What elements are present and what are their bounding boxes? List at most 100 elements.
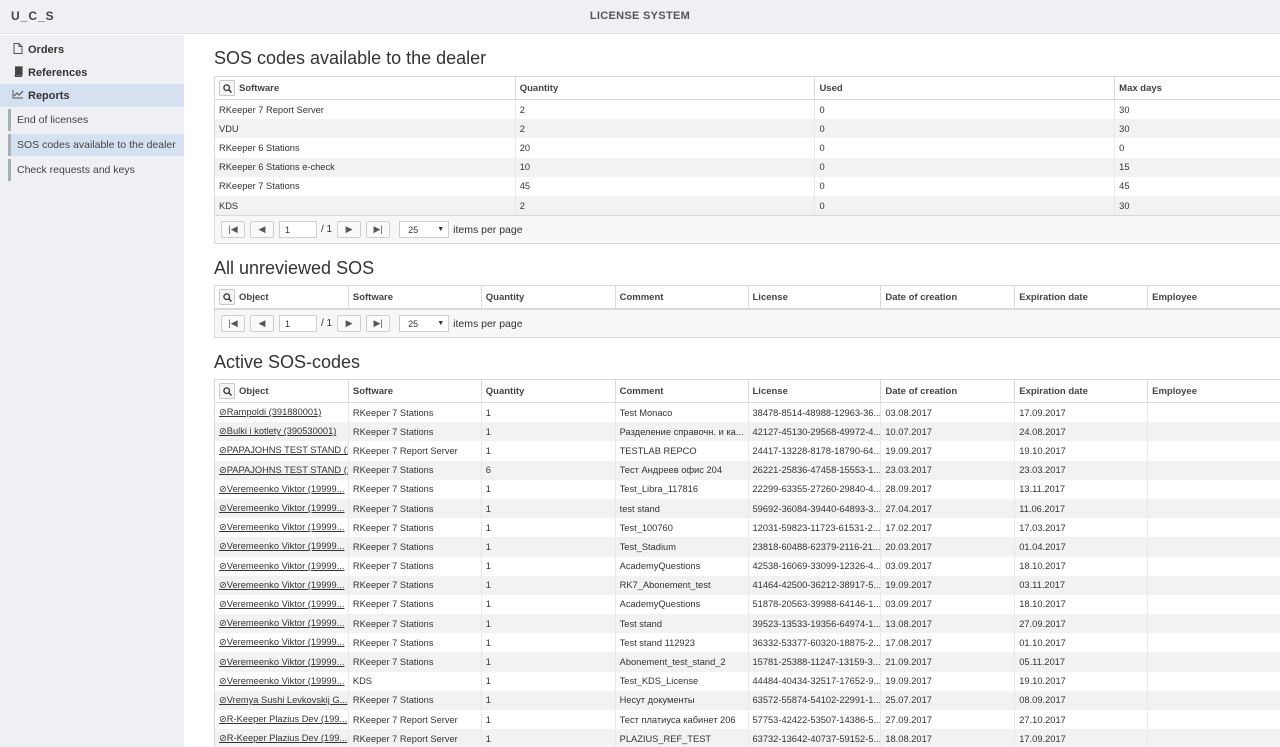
table-row[interactable]: ⊘Veremeenko Viktor (19999... KDS 1 Test_KDS… (215, 671, 1280, 691)
table-row[interactable]: ⊘Rampoldi (391880001) RKeeper 7 Stations 1… (215, 403, 1280, 423)
table-row[interactable]: KDS 2 0 30 (215, 195, 1280, 216)
table-row[interactable]: ⊘Bulki i kotlety (390530001) RKeeper 7 St… (215, 422, 1280, 442)
column-header-software[interactable]: Software (349, 380, 482, 402)
prev-page-button[interactable]: ◀ (250, 221, 274, 239)
object-link[interactable]: ⊘PAPAJOHNS TEST STAND (1... (215, 441, 349, 461)
object-link[interactable]: ⊘Veremeenko Viktor (19999... (215, 556, 349, 576)
table-row[interactable]: RKeeper 6 Stations 20 0 0 (215, 138, 1280, 158)
column-header-employee[interactable]: Employee (1148, 286, 1280, 308)
table-cell: 39523-13533-19356-64974-1... (749, 614, 882, 634)
object-link[interactable]: ⊘Veremeenko Viktor (19999... (215, 498, 349, 519)
column-header-date-of-creation[interactable]: Date of creation (881, 380, 1016, 402)
column-header-expiration-date[interactable]: Expiration date (1015, 380, 1149, 402)
column-header-employee[interactable]: Employee (1148, 380, 1280, 402)
column-header-software[interactable]: Software (215, 77, 516, 99)
column-header-expiration-date[interactable]: Expiration date (1015, 286, 1149, 308)
table-row[interactable]: ⊘Veremeenko Viktor (19999... RKeeper 7 St… (215, 614, 1280, 634)
table-row[interactable]: ⊘R-Keeper Plazius Dev (199... RKeeper 7 R… (215, 729, 1280, 747)
dropdown-arrow-icon: ▼ (437, 226, 445, 234)
next-page-button[interactable]: ▶ (337, 315, 362, 332)
table-row[interactable]: ⊘PAPAJOHNS TEST STAND (1... RKeeper 7 Sta… (215, 460, 1280, 480)
table-row[interactable]: ⊘PAPAJOHNS TEST STAND (1... RKeeper 7 Rep… (215, 441, 1280, 461)
table-row[interactable]: RKeeper 6 Stations e-check 10 0 15 (215, 157, 1280, 177)
table-cell (1148, 672, 1280, 691)
pager: |◀ ◀ 1 / 1 ▶ ▶| 25 ▼ items per page (215, 309, 1280, 337)
object-link[interactable]: ⊘Rampoldi (391880001) (215, 403, 349, 423)
sidebar-subitem-end-of-licenses[interactable]: End of licenses (8, 109, 184, 131)
page-input[interactable]: 1 (279, 315, 317, 332)
object-link[interactable]: ⊘Veremeenko Viktor (19999... (215, 575, 349, 595)
object-link[interactable]: ⊘Veremeenko Viktor (19999... (215, 633, 349, 653)
sidebar-item-references[interactable]: References (0, 61, 184, 84)
first-page-button[interactable]: |◀ (221, 221, 245, 239)
sidebar-item-reports[interactable]: Reports (0, 84, 184, 107)
sidebar-item-label: Orders (28, 43, 65, 56)
table-row[interactable]: ⊘R-Keeper Plazius Dev (199... RKeeper 7 R… (215, 710, 1280, 730)
column-header-quantity[interactable]: Quantity (516, 77, 816, 99)
table-cell: 17.09.2017 (1015, 403, 1149, 423)
table-row[interactable]: ⊘Veremeenko Viktor (19999... RKeeper 7 St… (215, 479, 1280, 499)
last-page-button[interactable]: ▶| (366, 315, 391, 332)
table-row[interactable]: ⊘Veremeenko Viktor (19999... RKeeper 7 St… (215, 652, 1280, 672)
table-row[interactable]: ⊘Veremeenko Viktor (19999... RKeeper 7 St… (215, 575, 1280, 595)
object-link[interactable]: ⊘Veremeenko Viktor (19999... (215, 671, 349, 691)
column-header-software[interactable]: Software (349, 286, 482, 308)
table-row[interactable]: ⊘Veremeenko Viktor (19999... RKeeper 7 St… (215, 498, 1280, 519)
search-icon[interactable] (219, 80, 235, 96)
object-link[interactable]: ⊘Veremeenko Viktor (19999... (215, 594, 349, 615)
table-cell: Test stand 112923 (616, 633, 749, 653)
object-link[interactable]: ⊘Veremeenko Viktor (19999... (215, 537, 349, 557)
page-input[interactable]: 1 (279, 221, 317, 239)
table-row[interactable]: VDU 2 0 30 (215, 119, 1280, 139)
column-header-comment[interactable]: Comment (616, 286, 749, 308)
column-header-used[interactable]: Used (815, 77, 1116, 99)
page-size-select[interactable]: 25 ▼ (399, 315, 450, 332)
search-icon[interactable] (219, 289, 235, 305)
column-header-max-days[interactable]: Max days (1115, 77, 1280, 99)
column-header-license[interactable]: License (749, 286, 882, 308)
search-icon[interactable] (219, 383, 235, 399)
sidebar-item-orders[interactable]: Orders (0, 38, 184, 61)
active-grid: Object Software Quantity Comment License Date… (214, 379, 1280, 747)
object-link[interactable]: ⊘PAPAJOHNS TEST STAND (1... (215, 460, 349, 480)
first-page-button[interactable]: |◀ (221, 315, 245, 332)
table-row[interactable]: ⊘Veremeenko Viktor (19999... RKeeper 7 St… (215, 594, 1280, 615)
object-link[interactable]: ⊘R-Keeper Plazius Dev (199... (215, 710, 349, 730)
object-link[interactable]: ⊘Veremeenko Viktor (19999... (215, 652, 349, 672)
table-cell: Разделение справочн. и ка... (616, 422, 749, 442)
column-header-object[interactable]: Object (215, 286, 349, 308)
page-size-select[interactable]: 25 ▼ (399, 221, 450, 239)
table-cell: 15 (1115, 158, 1280, 177)
section-title-active: Active SOS-codes (214, 352, 361, 372)
sidebar-item-label: References (28, 66, 88, 79)
table-row[interactable]: ⊘Veremeenko Viktor (19999... RKeeper 7 St… (215, 633, 1280, 653)
table-row[interactable]: RKeeper 7 Stations 45 0 45 (215, 176, 1280, 196)
object-link[interactable]: ⊘Veremeenko Viktor (19999... (215, 518, 349, 538)
table-row[interactable]: RKeeper 7 Report Server 2 0 30 (215, 100, 1280, 120)
prev-page-button[interactable]: ◀ (250, 315, 274, 332)
object-link[interactable]: ⊘Vremya Sushi Levkovskij G... (215, 690, 349, 710)
column-header-date-of-creation[interactable]: Date of creation (881, 286, 1016, 308)
column-header-license[interactable]: License (749, 380, 882, 402)
table-cell: 20 (516, 138, 816, 158)
table-cell: Abonement_test_stand_2 (616, 652, 749, 672)
sidebar-subitem-sos-codes[interactable]: SOS codes available to the dealer (8, 134, 184, 156)
table-cell: 1 (482, 422, 616, 442)
last-page-button[interactable]: ▶| (366, 221, 391, 239)
object-link[interactable]: ⊘Bulki i kotlety (390530001) (215, 422, 349, 442)
table-row[interactable]: ⊘Veremeenko Viktor (19999... RKeeper 7 St… (215, 537, 1280, 557)
column-header-object[interactable]: Object (215, 380, 349, 402)
object-link[interactable]: ⊘Veremeenko Viktor (19999... (215, 479, 349, 499)
table-row[interactable]: ⊘Veremeenko Viktor (19999... RKeeper 7 St… (215, 556, 1280, 576)
table-row[interactable]: ⊘Veremeenko Viktor (19999... RKeeper 7 St… (215, 518, 1280, 538)
object-link[interactable]: ⊘Veremeenko Viktor (19999... (215, 614, 349, 634)
table-row[interactable]: ⊘Vremya Sushi Levkovskij G... RKeeper 7 S… (215, 690, 1280, 710)
sidebar-subitem-check-requests[interactable]: Check requests and keys (8, 159, 184, 181)
object-link[interactable]: ⊘R-Keeper Plazius Dev (199... (215, 729, 349, 747)
column-header-quantity[interactable]: Quantity (482, 380, 616, 402)
next-page-button[interactable]: ▶ (337, 221, 362, 239)
grid-header: Object Software Quantity Comment License Date… (215, 380, 1280, 403)
table-cell (1148, 480, 1280, 499)
column-header-comment[interactable]: Comment (616, 380, 749, 402)
column-header-quantity[interactable]: Quantity (482, 286, 616, 308)
